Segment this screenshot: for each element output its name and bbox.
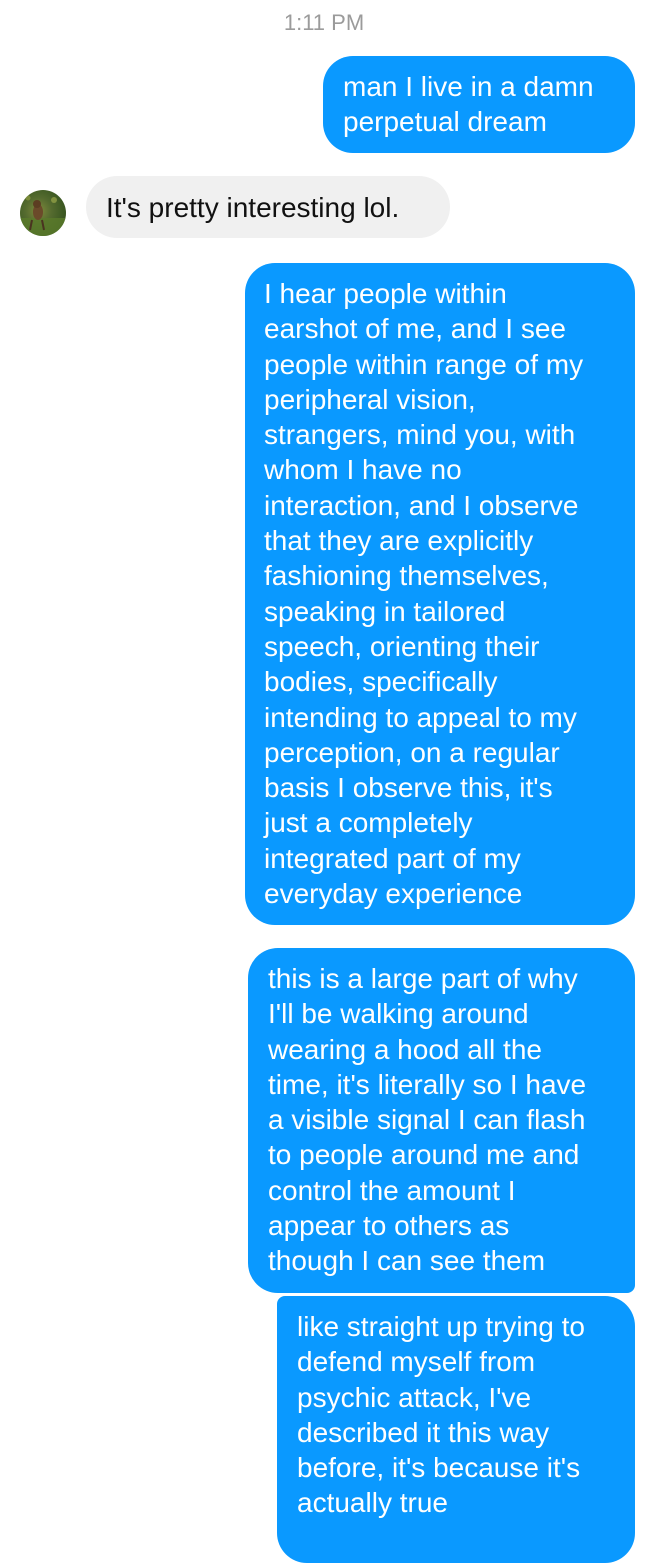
profile-photo-avatar-icon	[20, 195, 66, 236]
message-text-line: peripheral vision,	[264, 383, 476, 415]
message-text-line: I hear people within	[264, 278, 507, 309]
message-text-line: actually true	[297, 1487, 448, 1519]
message-text-line: basis I observe this, it's	[264, 772, 553, 804]
message-text-line: I'll be walking around	[268, 998, 529, 1030]
message-text-line: a visible signal I can flash	[268, 1104, 586, 1136]
message-text-line: whom I have no	[264, 454, 462, 486]
message-text-line: speech, orienting their	[264, 630, 540, 662]
message-text-line: that they are explicitly	[264, 525, 534, 557]
message-text-line: psychic attack, I've	[297, 1381, 532, 1413]
outgoing-message-bubble[interactable]: man I live in a damn perpetual dream	[323, 56, 635, 153]
outgoing-message-bubble[interactable]: this is a large part of why I'll be walk…	[248, 948, 635, 1293]
message-text-line: everyday experience	[264, 878, 523, 910]
message-text-line: appear to others as	[268, 1210, 510, 1242]
message-text-line: control the amount I	[268, 1174, 516, 1206]
outgoing-message-bubble[interactable]: like straight up trying to defend myself…	[277, 1296, 635, 1563]
message-text-line: integrated part of my	[264, 842, 521, 874]
contact-avatar[interactable]	[20, 190, 66, 236]
message-text-line: It's pretty interesting lol.	[106, 192, 400, 223]
message-text-line: this is a large part of why	[268, 963, 578, 994]
message-text-line: though I can see them	[268, 1245, 546, 1277]
message-text-line: man I live in a damn	[343, 71, 594, 102]
message-text-line: just a completely	[264, 807, 473, 839]
message-text-line: interaction, and I observe	[264, 489, 579, 521]
message-text-line: bodies, specifically	[264, 666, 498, 698]
message-text-line: like straight up trying to	[297, 1311, 585, 1342]
message-text-line: wearing a hood all the	[268, 1033, 542, 1065]
message-text-line: time, it's literally so I have	[268, 1068, 587, 1100]
message-text-line: described it this way	[297, 1416, 550, 1448]
message-text-line: speaking in tailored	[264, 595, 506, 627]
message-text-line: fashioning themselves,	[264, 560, 549, 592]
message-text-line: earshot of me, and I see	[264, 313, 566, 345]
message-text-line: before, it's because it's	[297, 1452, 581, 1484]
message-text-line: defend myself from	[297, 1346, 536, 1378]
message-text-line: intending to appeal to my	[264, 701, 577, 733]
message-text-line: perpetual dream	[343, 106, 547, 138]
message-text-line: strangers, mind you, with	[264, 419, 576, 451]
message-text-line: to people around me and	[268, 1139, 580, 1171]
incoming-message-bubble[interactable]: It's pretty interesting lol.	[86, 176, 450, 238]
outgoing-message-bubble[interactable]: I hear people within earshot of me, and …	[245, 263, 635, 925]
message-text-line: perception, on a regular	[264, 736, 560, 768]
message-timestamp: 1:11 PM	[283, 10, 365, 35]
message-text-line: people within range of my	[264, 348, 584, 380]
